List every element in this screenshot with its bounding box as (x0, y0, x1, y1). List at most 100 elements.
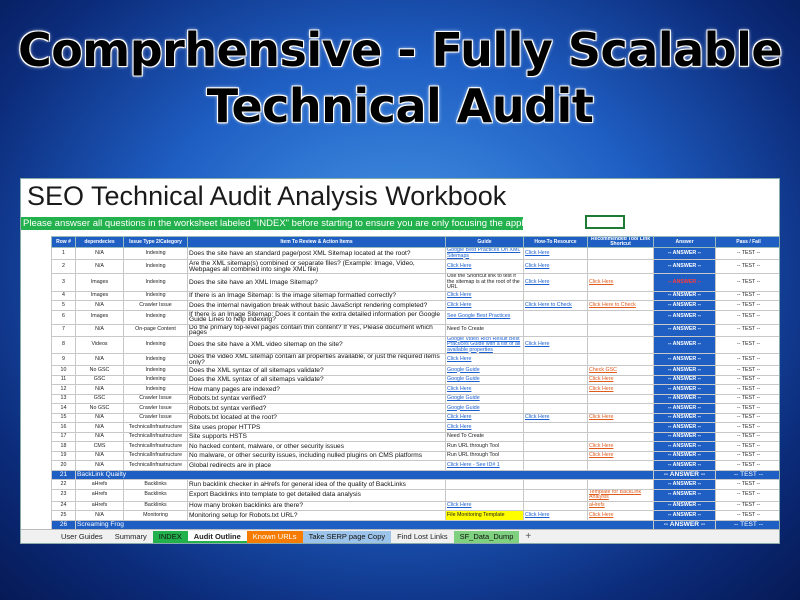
table-row: 23 aHrefs Backlinks Export Backlinks into t… (51, 488, 779, 502)
how-to-link[interactable]: Click Here (523, 259, 588, 274)
answer-dropdown[interactable]: -- ANSWER -- (653, 412, 716, 423)
how-to-link[interactable]: Click Here to Check (523, 300, 588, 311)
answer-dropdown[interactable]: -- ANSWER -- (653, 353, 716, 366)
audit-table: Row # dependecies Issue Type 2/Category Ite… (51, 236, 779, 540)
category-cell: Crawler Issue (123, 300, 188, 311)
category-cell: TechnicalInfrastructure (123, 422, 188, 433)
review-item-cell: Does the XML syntax of all sitemaps vali… (187, 374, 446, 385)
guide-link[interactable]: See Google Best Practices (445, 309, 524, 325)
answer-dropdown[interactable]: -- ANSWER -- (653, 247, 716, 260)
tool-link[interactable]: Check GSC (587, 365, 654, 376)
how-to-link (523, 384, 588, 395)
answer-dropdown[interactable]: -- ANSWER -- (653, 488, 716, 502)
dependency-cell: Videos (75, 335, 124, 354)
answer-dropdown[interactable]: -- ANSWER -- (653, 469, 716, 480)
sheet-tab[interactable]: User Guides (55, 531, 109, 543)
answer-dropdown[interactable]: -- ANSWER -- (653, 290, 716, 301)
how-to-link[interactable]: Click Here (523, 335, 588, 354)
guide-link[interactable]: Google Guide (445, 374, 524, 385)
guide-link[interactable]: Google Video Rich Result Best Practices … (445, 335, 524, 354)
how-to-link[interactable]: Click Here (523, 510, 588, 521)
guide-link[interactable]: Click Here (445, 353, 524, 366)
answer-dropdown[interactable]: -- ANSWER -- (653, 441, 716, 452)
guide-link[interactable]: Click Here (445, 259, 524, 274)
table-row: 3 Images Indexing Does the site have an XML… (51, 273, 779, 292)
row-number: 16 (51, 422, 76, 433)
sheet-tab[interactable]: Audit Outline (187, 530, 247, 543)
tool-link (587, 422, 654, 433)
sheet-tab[interactable]: INDEX (152, 530, 188, 543)
column-header[interactable]: How-To Resource (523, 236, 588, 248)
row-number: 14 (51, 403, 76, 414)
answer-dropdown[interactable]: -- ANSWER -- (653, 309, 716, 325)
sheet-tab[interactable]: Find Lost Links (391, 531, 453, 543)
column-header[interactable]: Row # (51, 236, 76, 248)
how-to-link (523, 500, 588, 511)
guide-link[interactable]: Click Here (445, 384, 524, 395)
answer-dropdown[interactable]: -- ANSWER -- (653, 450, 716, 461)
answer-dropdown[interactable]: -- ANSWER -- (653, 431, 716, 442)
table-row: 17 N/A TechnicalInfrastructure Site support… (51, 431, 779, 442)
guide-link[interactable]: Click Here - See ID# 1 (445, 460, 524, 471)
column-header[interactable]: Issue Type 2/Category (123, 236, 188, 248)
tool-link[interactable]: Click Here (587, 412, 654, 423)
column-header[interactable]: Recommended Tool Link Shortcut (587, 236, 654, 248)
answer-dropdown[interactable]: -- ANSWER -- (653, 365, 716, 376)
answer-dropdown[interactable]: -- ANSWER -- (653, 335, 716, 354)
guide-link[interactable]: Click Here (445, 290, 524, 301)
dependency-cell: Images (75, 309, 124, 325)
guide-link: Need To Create (445, 431, 524, 442)
guide-link[interactable]: Google Best Practices On XML Sitemaps (445, 247, 524, 260)
selected-cell[interactable] (585, 215, 625, 229)
answer-dropdown[interactable]: -- ANSWER -- (653, 403, 716, 414)
answer-dropdown[interactable]: -- ANSWER -- (653, 500, 716, 511)
column-header[interactable]: Answer (653, 236, 716, 248)
review-item-cell: How many broken backlinks are there? (187, 500, 446, 511)
guide-link[interactable]: Click Here (445, 412, 524, 423)
guide-link[interactable]: Google Guide (445, 393, 524, 404)
answer-dropdown[interactable]: -- ANSWER -- (653, 460, 716, 471)
answer-dropdown[interactable]: -- ANSWER -- (653, 384, 716, 395)
answer-dropdown[interactable]: -- ANSWER -- (653, 479, 716, 490)
answer-dropdown[interactable]: -- ANSWER -- (653, 374, 716, 385)
column-header[interactable]: dependecies (75, 236, 124, 248)
sheet-tab[interactable]: SF_Data_Dump (453, 530, 520, 543)
guide-link[interactable]: Click Here (445, 300, 524, 311)
column-header[interactable]: Item To Review & Action Items (187, 236, 446, 248)
guide-link[interactable]: Google Guide (445, 365, 524, 376)
add-sheet-button[interactable]: + (519, 531, 537, 543)
tool-link[interactable]: aHrefs (587, 500, 654, 511)
guide-link[interactable]: Google Guide (445, 403, 524, 414)
tool-link (587, 247, 654, 260)
tool-link[interactable]: Click Here (587, 441, 654, 452)
how-to-link[interactable]: Click Here (523, 247, 588, 260)
pass-fail-cell: -- TEST -- (715, 479, 779, 490)
column-header[interactable]: Pass / Fail (715, 236, 779, 248)
answer-dropdown[interactable]: -- ANSWER -- (653, 300, 716, 311)
guide-link[interactable]: Click Here (445, 500, 524, 511)
guide-link[interactable]: Click Here (445, 422, 524, 433)
tool-link[interactable]: Click Here (587, 510, 654, 521)
row-number: 12 (51, 384, 76, 395)
column-header[interactable]: Guide (445, 236, 524, 248)
how-to-link[interactable]: Click Here (523, 412, 588, 423)
sheet-tab[interactable]: Summary (109, 531, 153, 543)
tool-link[interactable]: Click Here (587, 273, 654, 292)
tool-link[interactable]: Template for BackLink Analysis (587, 488, 654, 502)
answer-dropdown[interactable]: -- ANSWER -- (653, 323, 716, 337)
tool-link[interactable]: Click Here (587, 450, 654, 461)
dependency-cell: aHrefs (75, 479, 124, 490)
sheet-tab[interactable]: Take SERP page Copy (302, 530, 392, 543)
answer-dropdown[interactable]: -- ANSWER -- (653, 273, 716, 292)
tool-link[interactable]: Click Here (587, 374, 654, 385)
sheet-tab[interactable]: Known URLs (246, 530, 303, 543)
answer-dropdown[interactable]: -- ANSWER -- (653, 393, 716, 404)
answer-dropdown[interactable]: -- ANSWER -- (653, 510, 716, 521)
answer-dropdown[interactable]: -- ANSWER -- (653, 259, 716, 274)
how-to-link[interactable]: Click Here (523, 273, 588, 292)
tool-link[interactable]: Click Here to Check (587, 300, 654, 311)
pass-fail-cell: -- TEST -- (715, 309, 779, 325)
pass-fail-cell: -- TEST -- (715, 460, 779, 471)
tool-link[interactable]: Click Here (587, 384, 654, 395)
answer-dropdown[interactable]: -- ANSWER -- (653, 422, 716, 433)
